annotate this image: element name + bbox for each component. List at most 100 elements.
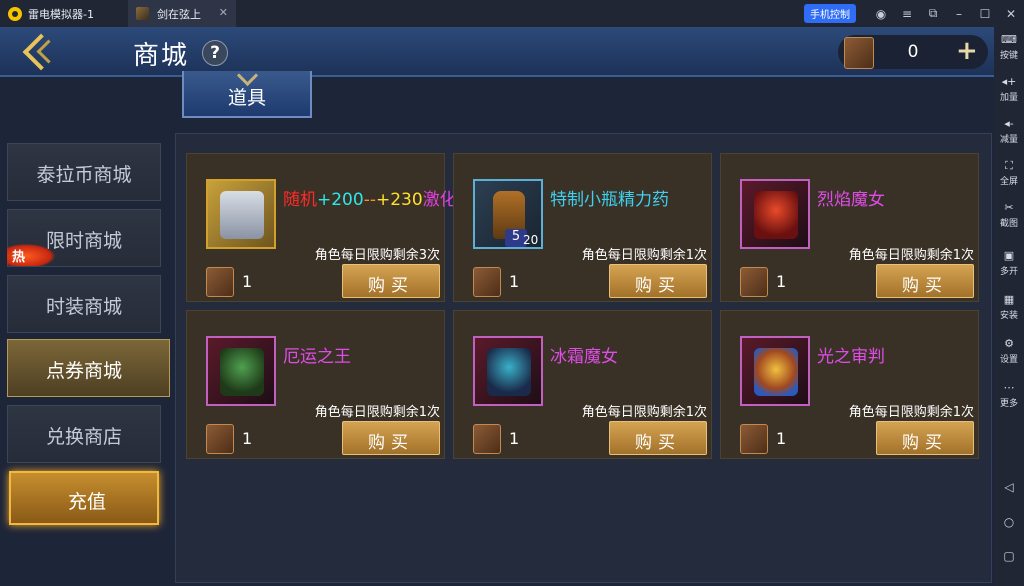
voucher-book-icon <box>206 424 234 454</box>
purchase-limit: 角色每日限购剩余3次 <box>314 248 440 263</box>
game-viewport: 商城 ? 0 + 道具 泰拉币商城 限时商城 热 时装商城 点券商城 兑换商店 … <box>0 27 994 586</box>
price-value: 1 <box>509 272 520 291</box>
sidebar-item-keys[interactable]: ⌨ 按键 <box>994 33 1024 61</box>
sidebar-item-install[interactable]: ▦ 安装 <box>994 293 1024 321</box>
help-icon[interactable]: ? <box>202 40 228 66</box>
stack-count: 20 <box>523 233 539 247</box>
product-panel: 随机+200--+230激化 角色每日限购剩余3次 1 购买 5 20 特制小瓶精… <box>175 133 992 583</box>
emulator-titlebar: 雷电模拟器-1 剑在弦上 ✕ 手机控制 ◉ ≡ ⧉ – ☐ ✕ <box>0 0 1024 27</box>
product-card: 厄运之王 角色每日限购剩余1次 1 购买 <box>186 310 445 459</box>
buy-button[interactable]: 购买 <box>342 421 440 455</box>
shop-header: 商城 ? 0 + <box>0 27 994 77</box>
buy-button[interactable]: 购买 <box>609 421 707 455</box>
purchase-limit: 角色每日限购剩余1次 <box>581 405 707 420</box>
product-card: 光之审判 角色每日限购剩余1次 1 购买 <box>720 310 979 459</box>
character-portrait <box>220 348 264 396</box>
tab-game[interactable]: 剑在弦上 ✕ <box>128 0 236 27</box>
product-card: 5 20 特制小瓶精力药 角色每日限购剩余1次 1 购买 <box>453 153 712 302</box>
flame-witch-card-icon[interactable] <box>740 179 810 249</box>
nav-home-icon[interactable]: ○ <box>994 515 1024 529</box>
price-value: 1 <box>242 429 253 448</box>
volume-down-icon: ◂- <box>1004 117 1014 130</box>
price-value: 1 <box>776 429 787 448</box>
menu-terra-coin-shop[interactable]: 泰拉币商城 <box>7 143 161 201</box>
gear-icon: ⚙ <box>1004 337 1014 350</box>
frost-witch-card-icon[interactable] <box>473 336 543 406</box>
buy-button[interactable]: 购买 <box>609 264 707 298</box>
product-name: 厄运之王 <box>283 347 351 367</box>
menu-fashion-shop[interactable]: 时装商城 <box>7 275 161 333</box>
tab-items[interactable]: 道具 <box>182 71 312 118</box>
game-tab-icon <box>136 7 149 20</box>
sidebar-item-screenshot[interactable]: ✂ 截图 <box>994 201 1024 229</box>
purchase-limit: 角色每日限购剩余1次 <box>581 248 707 263</box>
buy-button[interactable]: 购买 <box>342 264 440 298</box>
close-window-icon[interactable]: ✕ <box>998 7 1024 21</box>
buy-button[interactable]: 购买 <box>876 264 974 298</box>
add-voucher-button[interactable]: + <box>956 36 978 66</box>
page-title: 商城 <box>133 41 190 71</box>
hot-badge: 热 <box>7 244 55 266</box>
price-value: 1 <box>509 429 520 448</box>
voucher-balance-value: 0 <box>907 42 919 62</box>
emulator-sidebar: ⌨ 按键 ◂+ 加量 ◂- 减量 ⛶ 全屏 ✂ 截图 ▣ 多开 ▦ 安装 ⚙ 设置 ⋯ 更多 ◁ … <box>994 27 1024 586</box>
emulator-app-name: 雷电模拟器-1 <box>28 7 94 21</box>
product-name: 光之审判 <box>817 347 885 367</box>
menu-icon[interactable]: ≡ <box>894 7 920 21</box>
product-card: 冰霜魔女 角色每日限购剩余1次 1 购买 <box>453 310 712 459</box>
sidebar-item-fullscreen[interactable]: ⛶ 全屏 <box>994 159 1024 187</box>
sidebar-item-more[interactable]: ⋯ 更多 <box>994 381 1024 409</box>
sidebar-item-volume-up[interactable]: ◂+ 加量 <box>994 75 1024 103</box>
keyboard-icon: ⌨ <box>1001 33 1017 46</box>
phone-control-button[interactable]: 手机控制 <box>804 4 856 23</box>
sidebar-item-multi[interactable]: ▣ 多开 <box>994 249 1024 277</box>
buy-button[interactable]: 购买 <box>876 421 974 455</box>
product-name: 随机+200--+230激化 <box>283 190 457 210</box>
product-card: 随机+200--+230激化 角色每日限购剩余3次 1 购买 <box>186 153 457 302</box>
voucher-book-icon <box>740 424 768 454</box>
fullscreen-icon: ⛶ <box>1005 159 1013 172</box>
voucher-book-icon <box>740 267 768 297</box>
minimize-icon[interactable]: – <box>946 7 972 21</box>
restore-window-icon[interactable]: ⧉ <box>920 6 946 21</box>
scissors-icon: ✂ <box>1004 201 1014 214</box>
tab-title: 剑在弦上 <box>157 7 201 21</box>
menu-voucher-shop[interactable]: 点券商城 <box>7 339 170 397</box>
sidebar-item-volume-down[interactable]: ◂- 减量 <box>994 117 1024 145</box>
recharge-button[interactable]: 充值 <box>9 471 159 525</box>
character-portrait <box>487 348 531 396</box>
character-portrait <box>754 348 798 396</box>
product-name: 烈焰魔女 <box>817 190 885 210</box>
character-portrait <box>754 191 798 239</box>
random-enhance-item-icon[interactable] <box>206 179 276 249</box>
multi-instance-icon: ▣ <box>1003 249 1015 262</box>
apk-install-icon: ▦ <box>1003 293 1015 306</box>
more-icon: ⋯ <box>1003 381 1015 394</box>
voucher-book-icon <box>844 37 874 69</box>
purchase-limit: 角色每日限购剩余1次 <box>848 405 974 420</box>
back-button[interactable] <box>18 31 72 71</box>
volume-up-icon: ◂+ <box>1001 75 1017 88</box>
account-icon[interactable]: ◉ <box>868 7 894 21</box>
nav-recents-icon[interactable]: ▢ <box>994 549 1024 563</box>
purchase-limit: 角色每日限购剩余1次 <box>314 405 440 420</box>
voucher-book-icon <box>473 267 501 297</box>
nav-back-icon[interactable]: ◁ <box>994 480 1024 494</box>
product-name: 冰霜魔女 <box>550 347 618 367</box>
product-card: 烈焰魔女 角色每日限购剩余1次 1 购买 <box>720 153 979 302</box>
voucher-book-icon <box>473 424 501 454</box>
menu-exchange-shop[interactable]: 兑换商店 <box>7 405 161 463</box>
doom-king-card-icon[interactable] <box>206 336 276 406</box>
maximize-icon[interactable]: ☐ <box>972 7 998 21</box>
price-value: 1 <box>776 272 787 291</box>
voucher-balance: 0 + <box>838 35 988 69</box>
light-judgment-card-icon[interactable] <box>740 336 810 406</box>
purchase-limit: 角色每日限购剩余1次 <box>848 248 974 263</box>
price-value: 1 <box>242 272 253 291</box>
voucher-book-icon <box>206 267 234 297</box>
close-tab-icon[interactable]: ✕ <box>219 6 228 19</box>
scroll-icon <box>220 191 264 239</box>
stamina-potion-icon[interactable]: 5 20 <box>473 179 543 249</box>
product-name: 特制小瓶精力药 <box>550 190 669 210</box>
sidebar-item-settings[interactable]: ⚙ 设置 <box>994 337 1024 365</box>
